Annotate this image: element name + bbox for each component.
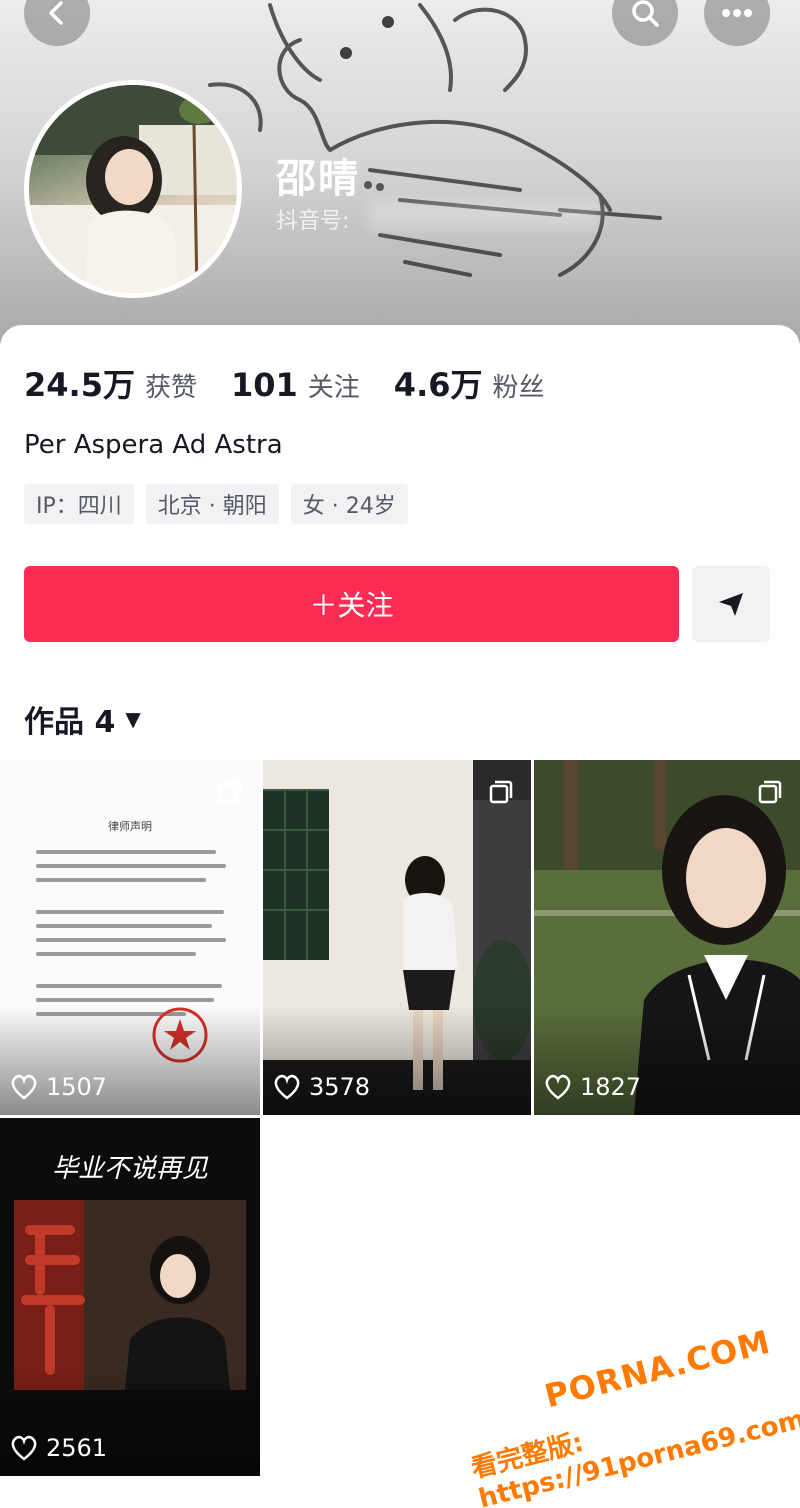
avatar[interactable]	[24, 80, 242, 298]
work-tile-2[interactable]: 3578	[263, 760, 531, 1115]
tag-gender-age: 女 · 24岁	[290, 484, 408, 524]
doc-line	[36, 998, 214, 1002]
follow-button[interactable]: ＋关注	[24, 566, 679, 642]
heart-icon	[545, 1074, 571, 1100]
doc-line	[36, 984, 222, 988]
stat-following-value: 101	[230, 366, 298, 404]
heart-icon	[274, 1074, 300, 1100]
doc-line	[36, 850, 216, 854]
profile-bio: Per Aspera Ad Astra	[24, 430, 283, 460]
like-count-value: 3578	[309, 1073, 371, 1101]
poster-title: 毕业不说再见	[51, 1154, 208, 1184]
like-count-value: 1507	[46, 1073, 108, 1101]
stat-followers[interactable]: 4.6万 粉丝	[394, 360, 545, 406]
stat-likes-label: 获赞	[144, 373, 197, 403]
like-count: 2561	[10, 1434, 107, 1462]
stat-followers-value: 4.6万	[393, 366, 483, 404]
stat-likes-value: 24.5万	[24, 366, 135, 404]
doc-title: 律师声明	[108, 820, 152, 833]
send-icon	[719, 593, 743, 616]
douyin-id-label: 抖音号:	[276, 209, 350, 234]
share-button[interactable]	[692, 566, 770, 642]
douyin-id-redacted	[370, 200, 600, 230]
heart-icon	[11, 1435, 37, 1461]
doc-line	[36, 910, 224, 914]
doc-line	[36, 952, 196, 956]
work-tile-3[interactable]: 1827	[534, 760, 800, 1115]
stat-following[interactable]: 101 关注	[231, 366, 360, 404]
stat-likes[interactable]: 24.5万 获赞	[24, 360, 197, 406]
profile-tags: IP：四川 北京 · 朝阳 女 · 24岁	[24, 484, 420, 524]
profile-banner: 邵晴 抖音号:	[0, 0, 800, 345]
multi-image-icon	[758, 780, 782, 804]
works-tab-label: 作品 4	[24, 705, 116, 740]
profile-stats: 24.5万 获赞 101 关注 4.6万 粉丝	[24, 360, 579, 406]
avatar-photo	[29, 85, 237, 293]
display-name: 邵晴	[276, 156, 360, 202]
doc-line	[36, 938, 226, 942]
caret-down-icon: ▼	[125, 707, 141, 731]
multi-image-icon	[489, 780, 513, 804]
chevron-left-icon	[49, 1, 63, 25]
tag-city[interactable]: 北京 · 朝阳	[145, 484, 279, 524]
stat-followers-label: 粉丝	[492, 373, 545, 403]
heart-icon	[11, 1074, 37, 1100]
search-icon	[632, 0, 659, 27]
tag-ip-location: IP：四川	[24, 484, 134, 524]
work-tile-1[interactable]: 律师声明 1507	[0, 760, 260, 1115]
work-tile-4[interactable]: 毕业不说再见 2561	[0, 1118, 260, 1476]
multi-image-icon	[218, 780, 242, 804]
works-tab[interactable]: 作品 4 ▼	[24, 697, 141, 741]
like-count: 3578	[273, 1073, 370, 1101]
like-count-value: 1827	[580, 1073, 642, 1101]
doc-line	[36, 878, 206, 882]
stat-following-label: 关注	[307, 373, 360, 403]
like-count: 1507	[10, 1073, 107, 1101]
doc-line	[36, 924, 212, 928]
more-dots-icon	[722, 9, 752, 17]
like-count-value: 2561	[46, 1434, 108, 1462]
doc-line	[36, 864, 226, 868]
like-count: 1827	[544, 1073, 641, 1101]
